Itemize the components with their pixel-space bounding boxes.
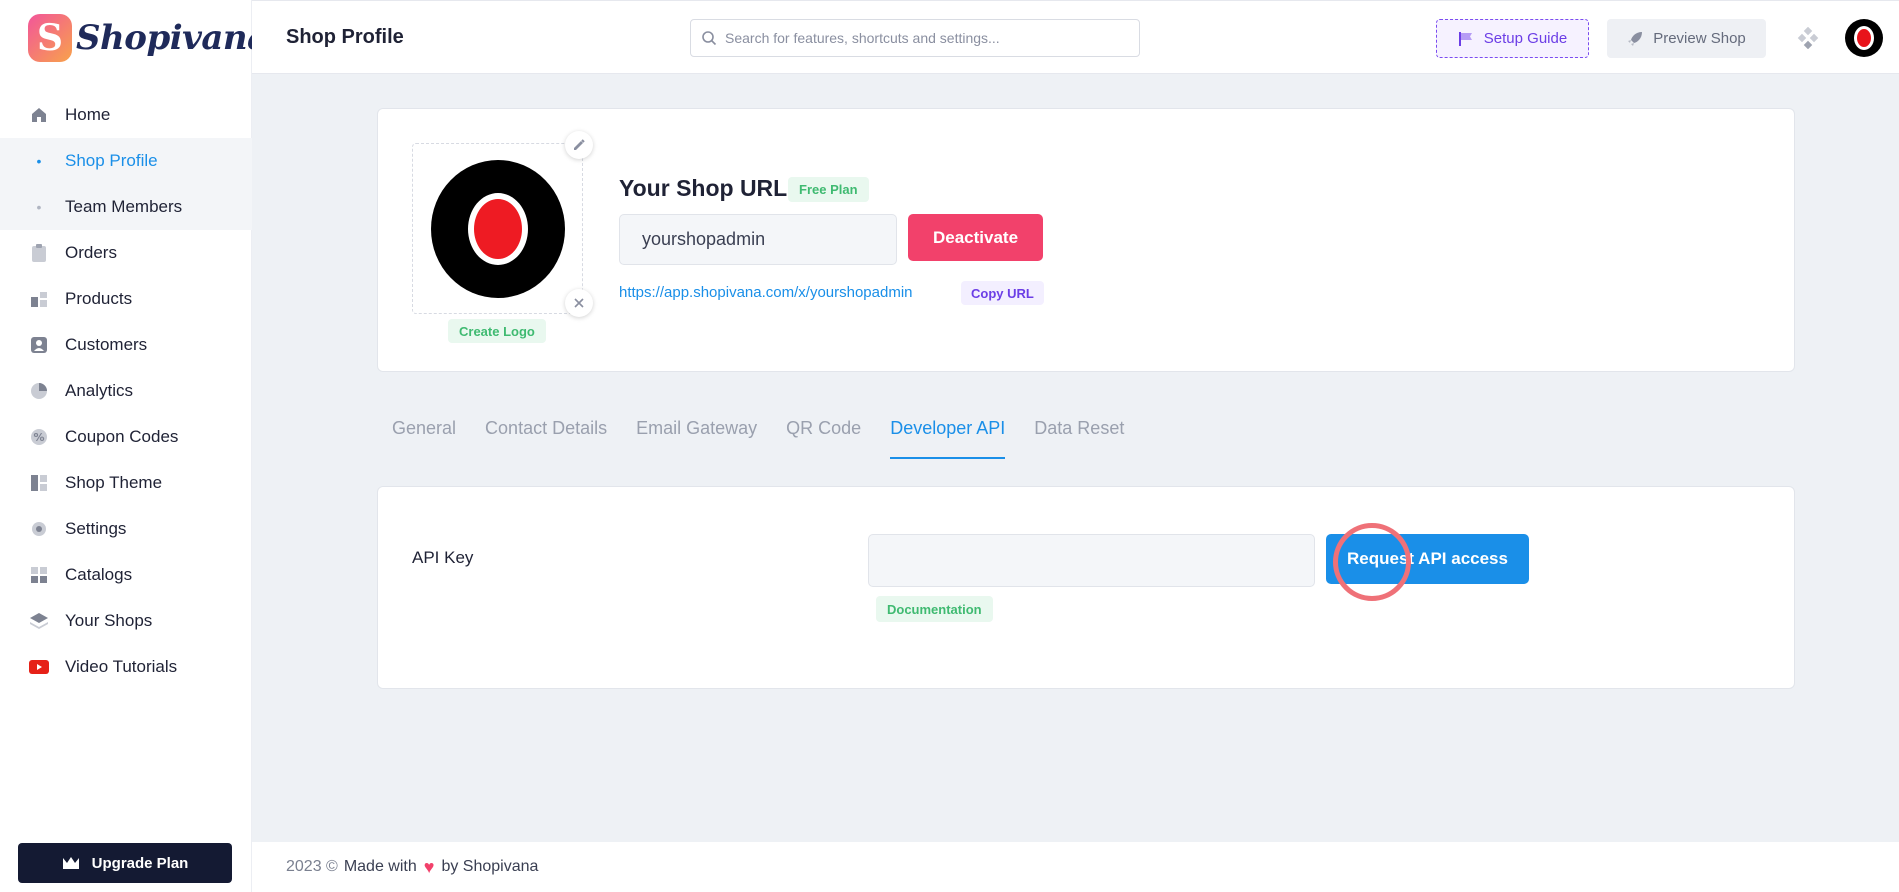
upgrade-plan-label: Upgrade Plan [91, 854, 189, 872]
tab-contact-details[interactable]: Contact Details [485, 415, 607, 459]
top-header: Shop Profile Setup Guide Preview Shop [252, 0, 1899, 74]
setup-guide-label: Setup Guide [1483, 30, 1568, 47]
shop-url-link[interactable]: https://app.shopivana.com/x/yourshopadmi… [619, 284, 913, 301]
customer-icon [28, 334, 50, 356]
avatar-logo-icon [1854, 26, 1874, 50]
sidebar-item-shop-theme[interactable]: Shop Theme [0, 460, 252, 506]
tab-data-reset[interactable]: Data Reset [1034, 415, 1124, 459]
sidebar-item-label: Video Tutorials [65, 657, 178, 676]
copy-url-button[interactable]: Copy URL [961, 281, 1044, 305]
shop-url-heading: Your Shop URL [619, 175, 788, 201]
heart-icon: ♥ [423, 856, 435, 877]
apps-grid-icon[interactable] [1797, 26, 1819, 54]
products-icon [28, 288, 50, 310]
api-key-input[interactable] [868, 534, 1315, 587]
sidebar-item-products[interactable]: Products [0, 276, 252, 322]
sidebar-item-label: Your Shops [65, 611, 153, 630]
sidebar-item-label: Analytics [65, 381, 134, 400]
preview-shop-label: Preview Shop [1653, 30, 1746, 47]
developer-api-card: API Key Request API access Documentation [377, 486, 1795, 689]
gear-icon [28, 518, 50, 540]
tab-email-gateway[interactable]: Email Gateway [636, 415, 757, 459]
clipboard-icon [28, 242, 50, 264]
sidebar-item-label: Products [65, 289, 133, 308]
sidebar-nav: Home • Shop Profile • Team Members Order… [0, 92, 252, 690]
search-bar[interactable] [690, 19, 1140, 57]
user-avatar[interactable] [1845, 19, 1883, 57]
tab-qr-code[interactable]: QR Code [786, 415, 861, 459]
flag-icon [1458, 31, 1472, 46]
rocket-icon [1628, 31, 1643, 46]
footer-year: 2023 © [286, 858, 338, 875]
brand-logo[interactable]: S Shopivana [28, 14, 269, 62]
layers-icon [28, 610, 50, 632]
edit-logo-button[interactable] [565, 131, 593, 159]
documentation-link[interactable]: Documentation [876, 596, 993, 622]
api-key-label: API Key [412, 548, 474, 567]
create-logo-button[interactable]: Create Logo [448, 319, 546, 343]
sidebar-item-coupon-codes[interactable]: % Coupon Codes [0, 414, 252, 460]
page-footer: 2023 © Made with ♥ by Shopivana [252, 842, 1899, 892]
search-input[interactable] [725, 30, 1125, 46]
deactivate-button[interactable]: Deactivate [908, 214, 1043, 261]
pie-chart-icon [28, 380, 50, 402]
bullet-icon: • [36, 199, 42, 215]
sidebar-item-label: Home [65, 105, 111, 124]
youtube-icon [28, 656, 50, 678]
search-icon [702, 31, 717, 46]
sidebar-item-label: Customers [65, 335, 148, 354]
page-title: Shop Profile [286, 26, 404, 48]
shop-handle-input[interactable] [619, 214, 897, 265]
sidebar-item-settings[interactable]: Settings [0, 506, 252, 552]
preview-shop-button[interactable]: Preview Shop [1607, 19, 1766, 58]
svg-text:%: % [33, 431, 44, 444]
sidebar-item-analytics[interactable]: Analytics [0, 368, 252, 414]
footer-made-with: Made with [343, 858, 417, 875]
crown-icon [62, 857, 79, 869]
layout-icon [28, 472, 50, 494]
sidebar-item-label: Coupon Codes [65, 427, 179, 446]
sidebar-item-team-members[interactable]: • Team Members [0, 184, 252, 230]
pencil-icon [574, 139, 585, 150]
setup-guide-button[interactable]: Setup Guide [1436, 19, 1589, 58]
grid-icon [28, 564, 50, 586]
sidebar-item-home[interactable]: Home [0, 92, 252, 138]
sidebar-item-catalogs[interactable]: Catalogs [0, 552, 252, 598]
bullet-icon: • [36, 153, 42, 169]
sidebar-item-label: Team Members [65, 197, 183, 216]
sidebar-item-label: Settings [65, 519, 127, 538]
tab-developer-api[interactable]: Developer API [890, 415, 1006, 459]
sidebar: S Shopivana Home • Shop Profile • Team M… [0, 0, 269, 892]
request-api-access-button[interactable]: Request API access [1326, 534, 1529, 584]
tab-general[interactable]: General [392, 415, 456, 459]
sidebar-item-orders[interactable]: Orders [0, 230, 252, 276]
sidebar-item-label: Catalogs [65, 565, 133, 584]
sidebar-item-shop-profile[interactable]: • Shop Profile [0, 138, 252, 184]
plan-badge: Free Plan [788, 177, 869, 202]
footer-by: by Shopivana [441, 858, 539, 875]
shop-profile-card: Create Logo Your Shop URL Free Plan Deac… [377, 108, 1795, 372]
profile-tabs: General Contact Details Email Gateway QR… [392, 415, 1153, 459]
brand-mark-icon: S [28, 14, 72, 62]
brand-name: Shopivana [76, 18, 269, 58]
shop-logo-image [430, 159, 565, 298]
sidebar-item-label: Shop Theme [65, 473, 163, 492]
sidebar-item-your-shops[interactable]: Your Shops [0, 598, 252, 644]
sidebar-item-video-tutorials[interactable]: Video Tutorials [0, 644, 252, 690]
shop-logo-container[interactable] [412, 143, 583, 314]
close-icon [574, 298, 584, 308]
upgrade-plan-button[interactable]: Upgrade Plan [18, 843, 232, 883]
percent-badge-icon: % [28, 426, 50, 448]
sidebar-item-customers[interactable]: Customers [0, 322, 252, 368]
sidebar-item-label: Orders [65, 243, 117, 262]
home-icon [28, 104, 50, 126]
remove-logo-button[interactable] [565, 289, 593, 317]
sidebar-item-label: Shop Profile [65, 151, 158, 170]
